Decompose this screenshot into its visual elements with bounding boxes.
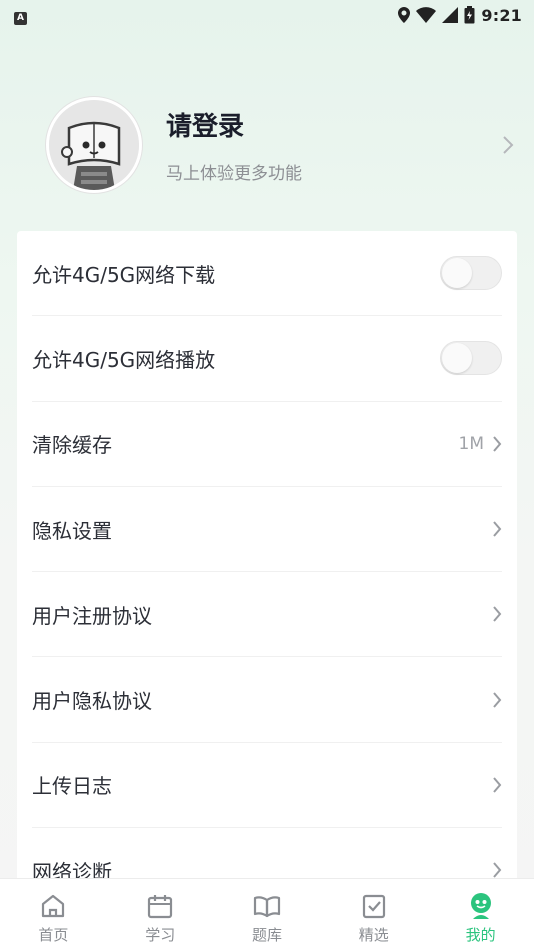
chevron-right-icon (493, 521, 502, 537)
status-bar: A 9:21 (0, 0, 534, 30)
setting-label: 上传日志 (32, 774, 112, 799)
play-toggle[interactable] (440, 341, 502, 376)
chevron-right-icon (493, 606, 502, 622)
setting-label: 允许4G/5G网络播放 (32, 347, 216, 372)
book-icon (252, 891, 282, 921)
signal-icon (442, 7, 459, 23)
tab-label: 我的 (465, 926, 496, 944)
tab-study[interactable]: 学习 (107, 891, 214, 945)
tab-label: 首页 (38, 926, 69, 944)
setting-label: 用户隐私协议 (32, 689, 152, 714)
tab-question-bank[interactable]: 题库 (214, 891, 321, 945)
location-icon (398, 7, 411, 23)
checkbox-icon (359, 891, 389, 921)
settings-card: 允许4G/5G网络下载 允许4G/5G网络播放 清除缓存 1M 隐私设置 用户注… (17, 231, 517, 891)
chevron-right-icon (493, 436, 502, 452)
tab-mine[interactable]: 我的 (427, 891, 534, 945)
login-subtitle: 马上体验更多功能 (166, 163, 302, 184)
tab-label: 题库 (251, 926, 282, 944)
login-title[interactable]: 请登录 (166, 106, 516, 143)
setting-label: 清除缓存 (32, 433, 112, 458)
chevron-right-icon (493, 862, 502, 878)
tab-home[interactable]: 首页 (0, 891, 107, 945)
setting-label: 隐私设置 (32, 518, 112, 543)
wifi-icon (416, 7, 437, 23)
home-icon (38, 891, 68, 921)
cache-size: 1M (458, 433, 484, 454)
avatar[interactable] (46, 96, 142, 193)
setting-row-privacy-policy[interactable]: 用户隐私协议 (32, 657, 502, 743)
chevron-right-icon (493, 691, 502, 708)
calendar-icon (145, 891, 175, 921)
chevron-right-icon[interactable] (502, 135, 514, 155)
status-time: 9:21 (481, 5, 522, 25)
setting-label: 用户注册协议 (32, 603, 152, 628)
row-right: 1M (459, 434, 502, 454)
battery-icon (464, 6, 475, 24)
tab-label: 学习 (145, 926, 176, 944)
download-toggle[interactable] (440, 256, 502, 291)
notification-badge-icon: A (14, 11, 27, 25)
default-avatar-illustration (49, 99, 139, 190)
tab-featured[interactable]: 精选 (320, 891, 427, 945)
profile-header[interactable]: 请登录 马上体验更多功能 (46, 96, 516, 193)
bottom-tab-bar: 首页 学习 题库 精选 我的 (0, 878, 534, 950)
setting-row-user-agreement[interactable]: 用户注册协议 (32, 572, 502, 658)
setting-row-upload-log[interactable]: 上传日志 (32, 743, 502, 829)
profile-text: 请登录 马上体验更多功能 (166, 106, 516, 184)
setting-row-clear-cache[interactable]: 清除缓存 1M (32, 402, 502, 487)
status-left: A (14, 5, 27, 25)
setting-row-4g-play: 允许4G/5G网络播放 (32, 316, 502, 402)
setting-row-4g-download: 允许4G/5G网络下载 (32, 231, 502, 317)
setting-row-privacy-settings[interactable]: 隐私设置 (32, 487, 502, 573)
setting-label: 允许4G/5G网络下载 (32, 262, 216, 287)
tab-label: 精选 (358, 926, 389, 944)
profile-icon (466, 891, 496, 921)
status-right: 9:21 (398, 6, 522, 25)
chevron-right-icon (493, 777, 502, 793)
